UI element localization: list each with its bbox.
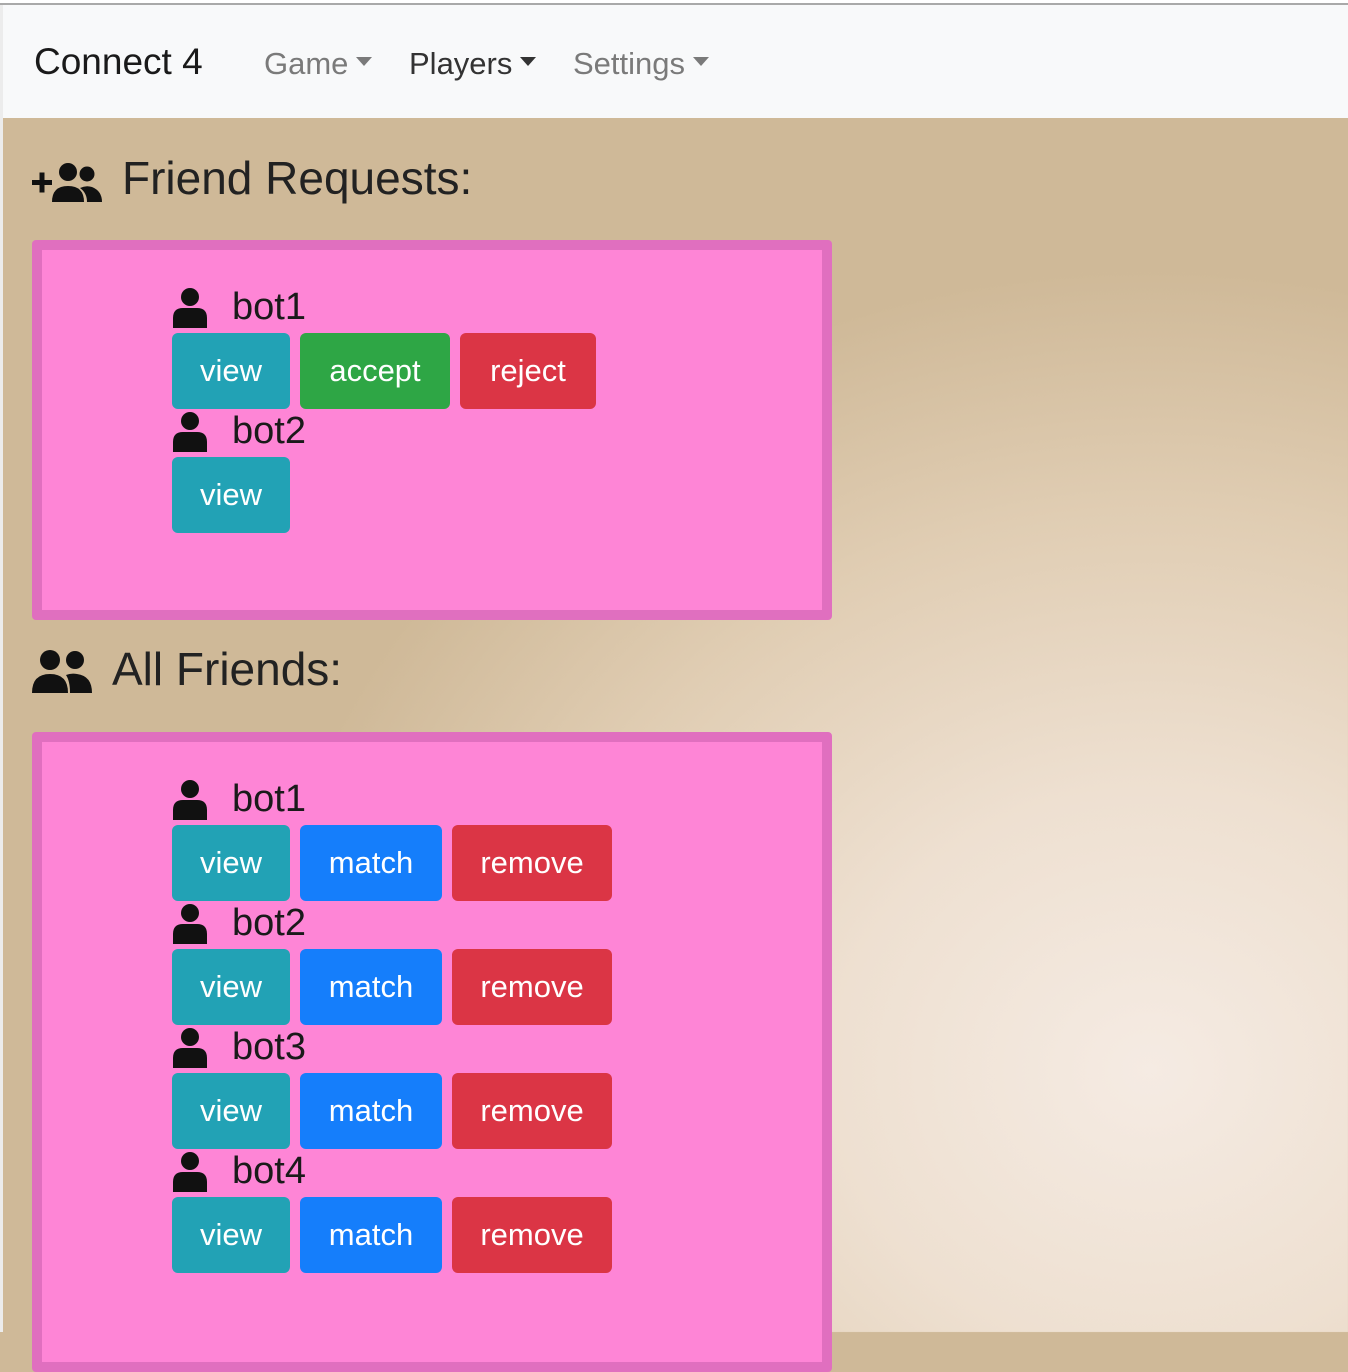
nav-settings-label: Settings: [573, 46, 686, 81]
match-button[interactable]: match: [300, 949, 442, 1025]
user-icon: [173, 1152, 207, 1192]
friend-requests-title: Friend Requests:: [122, 152, 473, 204]
nav-game-label: Game: [264, 46, 349, 81]
friend-actions: view match remove: [172, 825, 612, 901]
match-button[interactable]: match: [300, 825, 442, 901]
all-friends-panel: bot1 view match remove bot2 view match r…: [32, 732, 832, 1372]
view-button[interactable]: view: [172, 949, 290, 1025]
request-actions: view: [172, 457, 290, 533]
caret-down-icon: [520, 57, 537, 67]
friend-actions: view match remove: [172, 1073, 612, 1149]
view-button[interactable]: view: [172, 457, 290, 533]
match-button[interactable]: match: [300, 1073, 442, 1149]
request-actions: view accept reject: [172, 333, 596, 409]
friend-actions: view match remove: [172, 949, 612, 1025]
nav-settings-dropdown[interactable]: Settings: [573, 44, 710, 84]
user-icon: [173, 288, 207, 328]
caret-down-icon: [356, 57, 373, 67]
friend-username: bot4: [232, 1150, 306, 1192]
users-icon: [32, 650, 92, 693]
request-username: bot1: [232, 286, 306, 328]
match-button[interactable]: match: [300, 1197, 442, 1273]
friend-username: bot2: [232, 902, 306, 944]
user-plus-icon: [32, 163, 102, 202]
friend-username: bot1: [232, 778, 306, 820]
user-icon: [173, 780, 207, 820]
remove-button[interactable]: remove: [452, 1197, 612, 1273]
friend-username: bot3: [232, 1026, 306, 1068]
user-icon: [173, 904, 207, 944]
navbar: Connect 4 Game Players Settings: [3, 5, 1348, 118]
brand-link[interactable]: Connect 4: [34, 40, 203, 84]
view-button[interactable]: view: [172, 333, 290, 409]
user-icon: [173, 412, 207, 452]
friend-actions: view match remove: [172, 1197, 612, 1273]
friend-requests-panel: bot1 view accept reject bot2 view: [32, 240, 832, 620]
reject-button[interactable]: reject: [460, 333, 596, 409]
view-button[interactable]: view: [172, 825, 290, 901]
accept-button[interactable]: accept: [300, 333, 450, 409]
remove-button[interactable]: remove: [452, 825, 612, 901]
remove-button[interactable]: remove: [452, 949, 612, 1025]
nav-players-dropdown[interactable]: Players: [409, 44, 537, 84]
view-button[interactable]: view: [172, 1073, 290, 1149]
nav-players-label: Players: [409, 46, 513, 81]
view-button[interactable]: view: [172, 1197, 290, 1273]
user-icon: [173, 1028, 207, 1068]
all-friends-title: All Friends:: [112, 643, 343, 695]
window-left-edge: [0, 5, 3, 1332]
caret-down-icon: [693, 57, 710, 67]
nav-game-dropdown[interactable]: Game: [264, 44, 373, 84]
remove-button[interactable]: remove: [452, 1073, 612, 1149]
request-username: bot2: [232, 410, 306, 452]
